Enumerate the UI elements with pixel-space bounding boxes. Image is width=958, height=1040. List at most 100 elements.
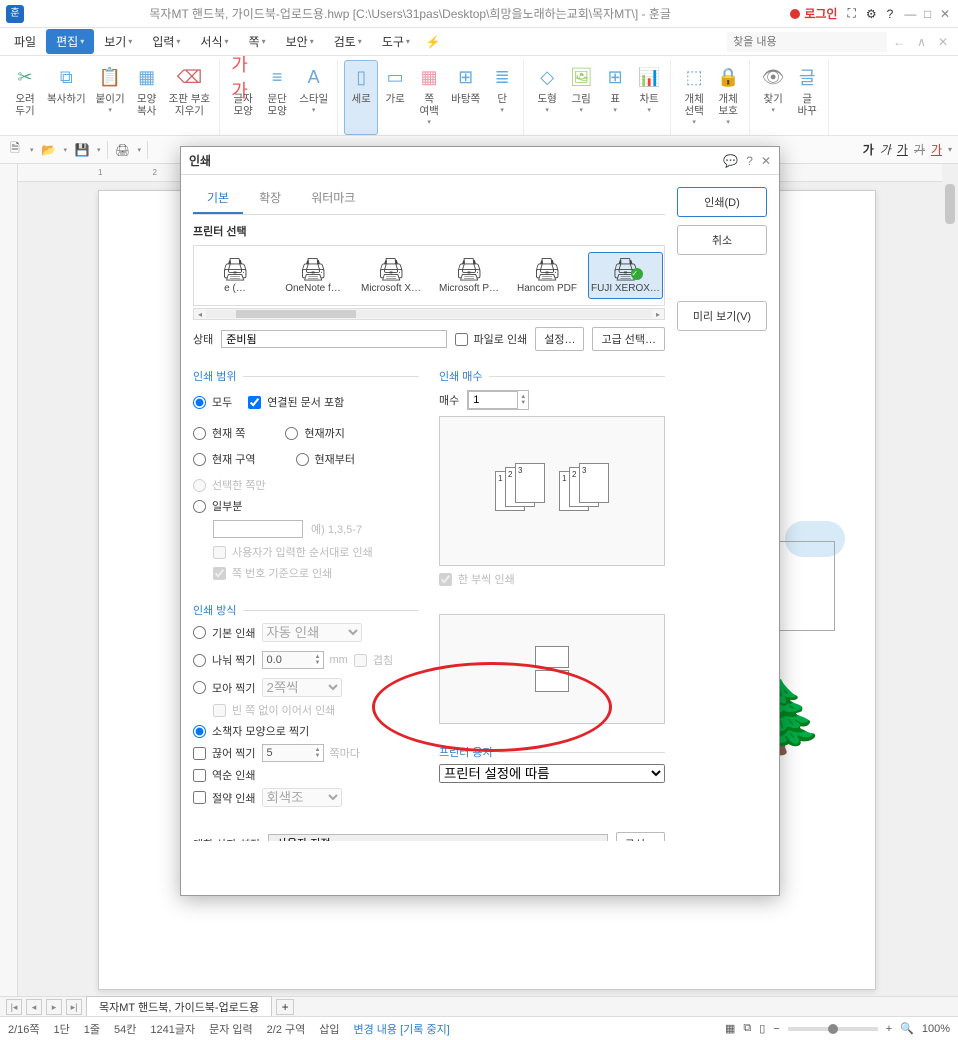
save-icon[interactable]: 💾	[73, 141, 91, 159]
ribbon-가로[interactable]: ▭가로	[378, 60, 412, 135]
maximize-button[interactable]: □	[921, 7, 935, 21]
scrollbar-vertical[interactable]	[942, 164, 958, 996]
help-icon[interactable]: ?	[887, 7, 894, 21]
ribbon-글-바꾸[interactable]: 글글 바꾸	[790, 60, 824, 135]
search-input[interactable]	[727, 32, 887, 52]
range-current-section-radio[interactable]	[193, 453, 206, 466]
expand-icon[interactable]: ⛶	[847, 6, 855, 21]
preview-button[interactable]: 미리 보기(V)	[677, 301, 767, 331]
dialog-help-icon[interactable]: ?	[746, 154, 753, 168]
dialog-feedback-icon[interactable]: 💬	[723, 154, 738, 168]
login-button[interactable]: 로그인	[790, 5, 837, 22]
menu-review[interactable]: 검토▾	[324, 29, 372, 54]
ribbon-모양-복사[interactable]: ▦모양 복사	[130, 60, 164, 135]
linked-doc-checkbox[interactable]	[248, 396, 261, 409]
saving-checkbox[interactable]	[193, 791, 206, 804]
ribbon-조판 부호-지우기[interactable]: ⌫조판 부호 지우기	[164, 60, 216, 135]
document-tab[interactable]: 목자MT 핸드북, 가이드북-업로드용	[86, 996, 272, 1017]
italic-icon[interactable]: 가	[880, 141, 891, 158]
close-button[interactable]: ✕	[938, 7, 952, 21]
ribbon-단[interactable]: ≣단▾	[485, 60, 519, 135]
ribbon-도형[interactable]: ◇도형▾	[530, 60, 564, 135]
ribbon-개체-선택[interactable]: ⬚개체 선택▾	[677, 60, 711, 135]
ribbon-복사하기[interactable]: ⧉복사하기	[42, 60, 91, 135]
method-split-radio[interactable]	[193, 654, 206, 667]
history-fwd[interactable]: ∧	[911, 35, 932, 49]
print-to-file-checkbox[interactable]	[455, 333, 468, 346]
strike-icon[interactable]: 가	[914, 141, 925, 158]
poster-checkbox[interactable]	[193, 747, 206, 760]
menu-input[interactable]: 입력▾	[142, 29, 190, 54]
printer-item[interactable]: 🖨OneNote f…	[276, 252, 350, 299]
tab-basic[interactable]: 기본	[193, 187, 243, 214]
advanced-button[interactable]: 고급 선택…	[592, 327, 665, 351]
copies-input[interactable]	[468, 391, 518, 409]
reverse-checkbox[interactable]	[193, 769, 206, 782]
zoom-in-icon[interactable]: +	[886, 1023, 892, 1035]
tab-extended[interactable]: 확장	[245, 187, 295, 214]
tab-first[interactable]: |◂	[6, 999, 22, 1015]
tab-prev[interactable]: ◂	[26, 999, 42, 1015]
new-tab-button[interactable]: +	[276, 999, 294, 1015]
ribbon-찾기[interactable]: 👁찾기▾	[756, 60, 790, 135]
cancel-button[interactable]: 취소	[677, 225, 767, 255]
range-some-input[interactable]	[213, 520, 303, 538]
tab-next[interactable]: ▸	[46, 999, 62, 1015]
print-icon[interactable]: 🖨	[114, 141, 132, 159]
method-basic-radio[interactable]	[193, 626, 206, 639]
dialog-close-icon[interactable]: ✕	[761, 154, 771, 168]
history-close[interactable]: ✕	[932, 35, 954, 49]
ribbon-표[interactable]: ⊞표▾	[598, 60, 632, 135]
ribbon-개체-보호[interactable]: 🔒개체 보호▾	[711, 60, 745, 135]
settings-button[interactable]: 설정…	[535, 327, 584, 351]
ribbon-차트[interactable]: 📊차트▾	[632, 60, 666, 135]
printer-scrollbar[interactable]: ◂▸	[193, 308, 665, 320]
minimize-button[interactable]: —	[903, 7, 917, 21]
menu-edit[interactable]: 편집▾	[46, 29, 94, 54]
ribbon-쪽-여백[interactable]: ▦쪽 여백▾	[412, 60, 446, 135]
print-button[interactable]: 인쇄(D)	[677, 187, 767, 217]
tab-last[interactable]: ▸|	[66, 999, 82, 1015]
history-back[interactable]: ←	[887, 35, 911, 49]
menu-page[interactable]: 쪽▾	[239, 29, 276, 54]
menu-file[interactable]: 파일	[4, 29, 46, 54]
view-mode-icon[interactable]: ▦	[725, 1022, 735, 1035]
ribbon-스타일[interactable]: A스타일▾	[294, 60, 333, 135]
printer-item[interactable]: 🖨Hancom PDF	[510, 252, 584, 299]
menu-extra-icon[interactable]: ⚡	[426, 35, 441, 49]
ribbon-문단-모양[interactable]: ≡문단 모양	[260, 60, 294, 135]
view-mode-icon[interactable]: ⧉	[743, 1022, 751, 1035]
underline-icon[interactable]: 가	[897, 141, 908, 158]
status-change-tracking[interactable]: 변경 내용 [기록 중지]	[354, 1021, 450, 1037]
menu-format[interactable]: 서식▾	[190, 29, 238, 54]
ribbon-글자-모양[interactable]: 가가글자 모양	[226, 60, 260, 135]
view-mode-icon[interactable]: ▯	[759, 1022, 765, 1035]
dialog-setting-select[interactable]: 사용자 지정	[268, 834, 608, 841]
range-current-from-radio[interactable]	[296, 453, 309, 466]
open-icon[interactable]: 📂	[40, 141, 58, 159]
ribbon-오려-두기[interactable]: ✂오려 두기	[8, 60, 42, 135]
printer-item[interactable]: 🖨e (…	[198, 252, 272, 299]
tab-watermark[interactable]: 워터마크	[297, 187, 369, 214]
printer-item[interactable]: 🖨Microsoft X…	[354, 252, 428, 299]
ribbon-그림[interactable]: 🖼그림▾	[564, 60, 598, 135]
range-current-page-radio[interactable]	[193, 427, 206, 440]
printer-item[interactable]: 🖨✓FUJI XEROX…	[588, 252, 663, 299]
menu-view[interactable]: 보기▾	[94, 29, 142, 54]
zoom-out-icon[interactable]: −	[773, 1023, 779, 1035]
ribbon-붙이기[interactable]: 📋붙이기▾	[91, 60, 130, 135]
settings-icon[interactable]: ⚙	[866, 7, 877, 21]
zoom-fit-icon[interactable]: 🔍	[900, 1022, 914, 1035]
range-some-radio[interactable]	[193, 500, 206, 513]
new-doc-icon[interactable]: 🗎	[6, 141, 24, 159]
method-booklet-radio[interactable]	[193, 725, 206, 738]
color-icon[interactable]: 가	[931, 141, 942, 158]
range-current-to-radio[interactable]	[285, 427, 298, 440]
bold-icon[interactable]: 가	[863, 141, 874, 158]
compose-button[interactable]: 구성…	[616, 832, 665, 841]
ribbon-바탕쪽[interactable]: ⊞바탕쪽	[446, 60, 485, 135]
paper-select[interactable]: 프린터 설정에 따름	[439, 764, 665, 783]
printer-item[interactable]: 🖨Microsoft P…	[432, 252, 506, 299]
menu-security[interactable]: 보안▾	[276, 29, 324, 54]
method-gather-radio[interactable]	[193, 681, 206, 694]
